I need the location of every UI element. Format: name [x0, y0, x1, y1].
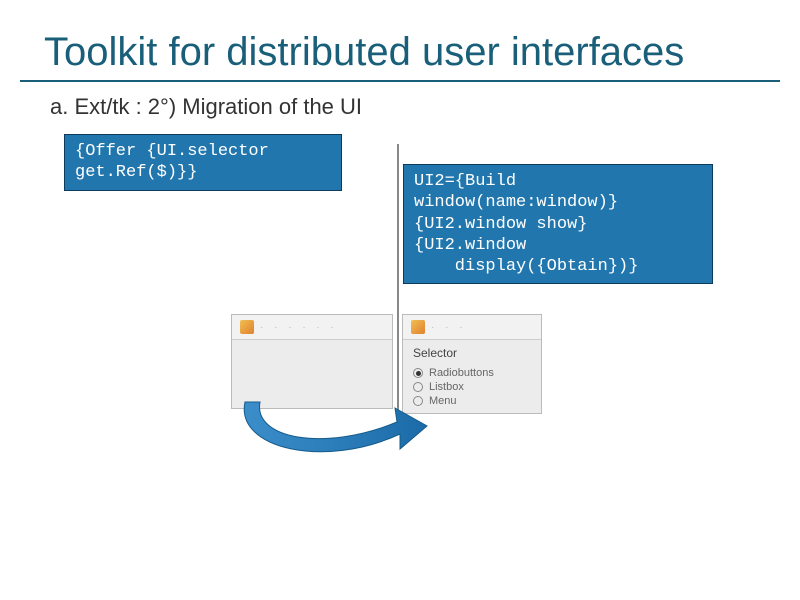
radio-option[interactable]: Listbox: [413, 380, 531, 394]
window-left-body: [232, 340, 392, 356]
window-icon: [240, 320, 254, 334]
radio-label: Radiobuttons: [429, 367, 494, 379]
slide-title: Toolkit for distributed user interfaces: [20, 0, 780, 82]
code-block-left: {Offer {UI.selector get.Ref($)}}: [64, 134, 342, 191]
toolbar-dots: · · · · · ·: [260, 322, 338, 333]
vertical-divider: [397, 144, 399, 424]
code-block-right: UI2={Build window(name:window)} {UI2.win…: [403, 164, 713, 284]
slide-subtitle: a. Ext/tk : 2°) Migration of the UI: [0, 94, 800, 120]
radio-label: Listbox: [429, 381, 464, 393]
migration-arrow-icon: [205, 394, 435, 474]
window-right-toolbar: · · ·: [403, 315, 541, 340]
radio-option[interactable]: Radiobuttons: [413, 366, 531, 380]
window-icon: [411, 320, 425, 334]
selector-group-label: Selector: [403, 340, 541, 362]
radio-icon: [413, 368, 423, 378]
toolbar-dots-right: · · ·: [431, 322, 467, 333]
radio-icon: [413, 382, 423, 392]
window-left-toolbar: · · · · · ·: [232, 315, 392, 340]
